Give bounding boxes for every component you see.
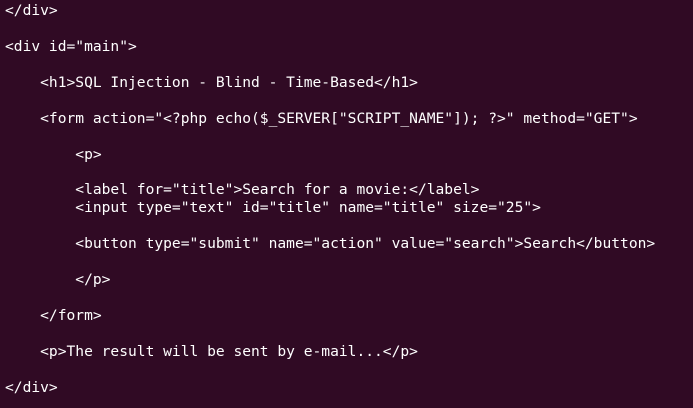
code-line: <button type="submit" name="action" valu…	[5, 235, 656, 252]
code-line: </div>	[5, 2, 58, 19]
code-line: <label for="title">Search for a movie:</…	[5, 181, 480, 198]
terminal-window[interactable]: </div> <div id="main"> <h1>SQL Injection…	[0, 0, 693, 408]
code-line: <form action="<?php echo($_SERVER["SCRIP…	[5, 110, 638, 127]
code-line: <p>The result will be sent by e-mail...<…	[5, 343, 418, 360]
code-line: </div>	[5, 379, 58, 396]
code-line: <input type="text" id="title" name="titl…	[5, 199, 541, 216]
code-line: <h1>SQL Injection - Blind - Time-Based</…	[5, 74, 418, 91]
code-line: </p>	[5, 271, 111, 288]
code-line: </form>	[5, 307, 102, 324]
code-line: <p>	[5, 146, 102, 163]
code-line: <div id="main">	[5, 38, 137, 55]
